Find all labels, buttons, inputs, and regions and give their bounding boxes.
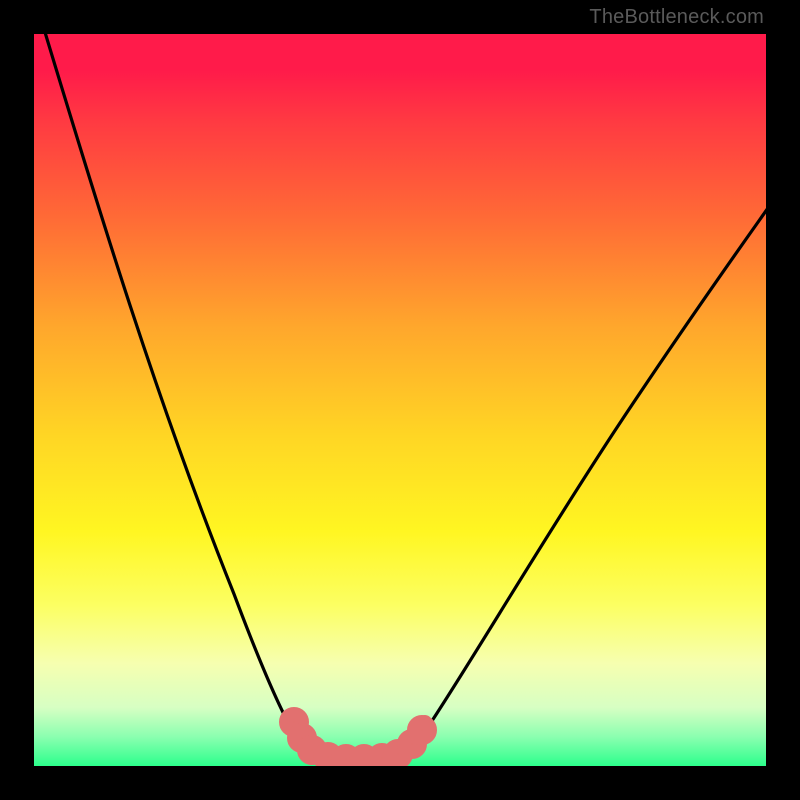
optimal-band [286, 714, 430, 766]
bottleneck-curve [44, 34, 766, 758]
chart-frame: TheBottleneck.com [0, 0, 800, 800]
plot-area [34, 34, 766, 766]
watermark-text: TheBottleneck.com [589, 6, 764, 29]
chart-svg [34, 34, 766, 766]
